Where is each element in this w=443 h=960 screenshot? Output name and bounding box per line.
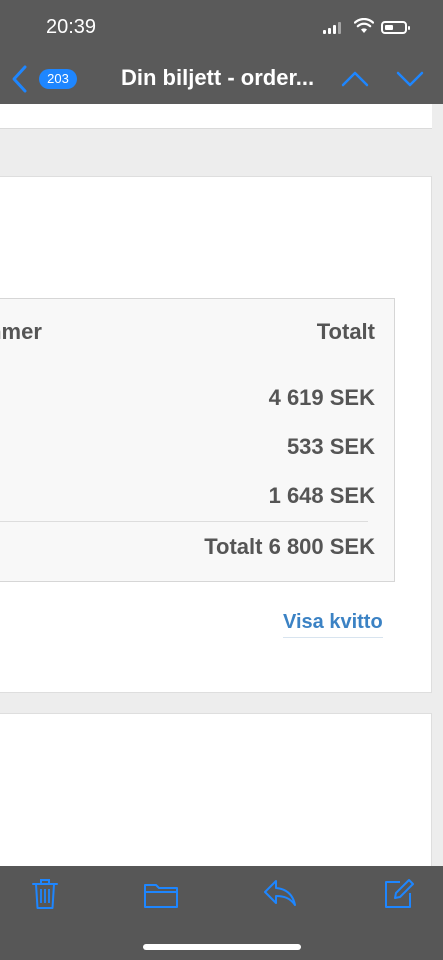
status-time: 20:39 — [46, 16, 97, 38]
order-grand-total: Totalt 6 800 SEK — [204, 534, 375, 559]
reply-icon[interactable] — [262, 878, 298, 908]
unread-count-badge[interactable]: 203 — [39, 69, 77, 89]
table-header-item: mmer — [0, 319, 42, 344]
next-message-chevron-down-icon[interactable] — [395, 68, 425, 90]
home-indicator[interactable] — [143, 944, 301, 950]
status-bar: 20:39 — [0, 0, 443, 54]
message-subject-title: Din biljett - order... — [121, 65, 315, 90]
trash-icon[interactable] — [30, 876, 60, 912]
order-totals-table: mmer Totalt 4 619 SEK 533 SEK 1 648 SEK … — [0, 298, 395, 582]
battery-icon — [381, 21, 410, 34]
email-card-bottom — [0, 713, 432, 873]
wifi-icon — [354, 18, 374, 33]
order-summary-card: mmer Totalt 4 619 SEK 533 SEK 1 648 SEK … — [0, 176, 432, 693]
cellular-signal-icon — [323, 22, 341, 34]
mail-nav-bar: 203 Din biljett - order... — [0, 54, 443, 104]
table-row-amount: 533 SEK — [286, 434, 375, 459]
email-card-top — [0, 104, 432, 129]
back-chevron-icon[interactable] — [10, 64, 30, 94]
previous-message-chevron-up-icon[interactable] — [340, 68, 370, 90]
table-divider — [0, 521, 368, 522]
table-row-amount: 1 648 SEK — [268, 483, 375, 508]
table-row-amount: 4 619 SEK — [268, 385, 375, 410]
compose-icon[interactable] — [383, 878, 415, 910]
folder-icon[interactable] — [143, 880, 179, 910]
table-header-total: Totalt — [316, 319, 375, 344]
view-receipt-link[interactable]: Visa kvitto — [283, 611, 383, 638]
